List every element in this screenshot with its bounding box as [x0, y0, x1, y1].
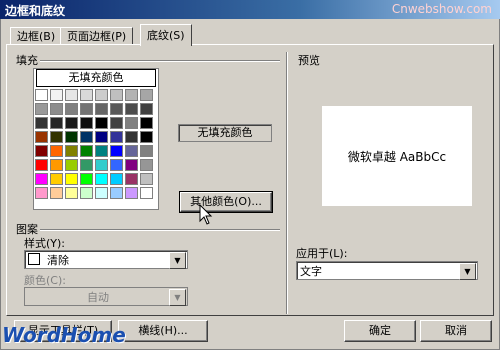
style-label: 样式(Y):	[24, 237, 66, 250]
no-fill-option[interactable]: 无填充颜色	[36, 69, 156, 87]
color-swatch[interactable]	[110, 89, 123, 101]
apply-to-label: 应用于(L):	[296, 247, 348, 260]
color-swatch[interactable]	[110, 103, 123, 115]
preview-sample-text: 微软卓越 AaBbCc	[347, 150, 447, 164]
apply-to-value: 文字	[300, 265, 322, 278]
color-swatch[interactable]	[80, 187, 93, 199]
color-swatch[interactable]	[95, 103, 108, 115]
color-swatch[interactable]	[65, 145, 78, 157]
color-swatch[interactable]	[80, 131, 93, 143]
fill-divider	[40, 60, 280, 62]
color-swatch[interactable]	[140, 117, 153, 129]
color-swatch[interactable]	[140, 145, 153, 157]
window-title: 边框和底纹	[5, 4, 66, 18]
more-colors-button[interactable]: 其他颜色(O)...	[179, 191, 273, 213]
color-swatch[interactable]	[65, 131, 78, 143]
color-swatch[interactable]	[35, 89, 48, 101]
color-swatch[interactable]	[140, 103, 153, 115]
color-swatch[interactable]	[50, 145, 63, 157]
color-swatch[interactable]	[35, 103, 48, 115]
color-swatch[interactable]	[50, 159, 63, 171]
color-swatch[interactable]	[80, 117, 93, 129]
color-swatch[interactable]	[65, 187, 78, 199]
color-swatch[interactable]	[125, 103, 138, 115]
color-swatch[interactable]	[140, 187, 153, 199]
color-swatch[interactable]	[35, 145, 48, 157]
color-swatch[interactable]	[65, 117, 78, 129]
color-swatch[interactable]	[110, 159, 123, 171]
cancel-button[interactable]: 取消	[420, 320, 492, 342]
color-swatch[interactable]	[95, 131, 108, 143]
color-swatch[interactable]	[50, 89, 63, 101]
color-swatch[interactable]	[95, 145, 108, 157]
color-swatch[interactable]	[80, 89, 93, 101]
pattern-divider	[40, 229, 280, 231]
color-grid	[35, 89, 153, 199]
chevron-down-icon[interactable]: ▼	[169, 252, 186, 269]
tab-page-border[interactable]: 页面边框(P)	[60, 27, 134, 45]
color-swatch[interactable]	[125, 173, 138, 185]
style-select[interactable]: 清除 ▼	[24, 250, 188, 269]
tab-shading[interactable]: 底纹(S)	[140, 24, 192, 46]
color-swatch[interactable]	[140, 89, 153, 101]
color-swatch[interactable]	[110, 117, 123, 129]
color-swatch[interactable]	[35, 173, 48, 185]
fill-group-label: 填充	[14, 52, 40, 68]
color-swatch[interactable]	[125, 89, 138, 101]
section-divider	[286, 52, 288, 314]
color-swatch[interactable]	[35, 117, 48, 129]
ok-button[interactable]: 确定	[344, 320, 416, 342]
preview-group-label: 预览	[296, 52, 322, 68]
style-value: 清除	[47, 254, 69, 267]
color-swatch[interactable]	[50, 131, 63, 143]
color-swatch[interactable]	[80, 145, 93, 157]
color-swatch[interactable]	[95, 187, 108, 199]
color-swatch[interactable]	[95, 117, 108, 129]
color-swatch[interactable]	[95, 173, 108, 185]
color-swatch[interactable]	[65, 103, 78, 115]
tab-borders[interactable]: 边框(B)	[10, 27, 63, 45]
selected-color-box: 无填充颜色	[178, 124, 272, 142]
color-swatch[interactable]	[35, 131, 48, 143]
color-swatch[interactable]	[125, 131, 138, 143]
color-swatch[interactable]	[140, 173, 153, 185]
color-value: 自动	[87, 291, 109, 304]
color-swatch[interactable]	[35, 159, 48, 171]
color-swatch[interactable]	[125, 145, 138, 157]
color-swatch[interactable]	[65, 173, 78, 185]
color-swatch[interactable]	[35, 187, 48, 199]
color-swatch[interactable]	[80, 173, 93, 185]
mouse-cursor-icon	[199, 204, 213, 225]
color-swatch[interactable]	[110, 187, 123, 199]
color-swatch[interactable]	[65, 159, 78, 171]
color-swatch[interactable]	[50, 187, 63, 199]
color-swatch[interactable]	[110, 173, 123, 185]
watermark-text: Cnwebshow.com	[391, 2, 492, 16]
color-swatch[interactable]	[50, 117, 63, 129]
horizontal-line-button[interactable]: 横线(H)...	[118, 320, 208, 342]
color-swatch[interactable]	[125, 187, 138, 199]
apply-to-select[interactable]: 文字 ▼	[296, 261, 478, 280]
style-swatch	[28, 253, 40, 265]
color-swatch[interactable]	[50, 173, 63, 185]
color-swatch[interactable]	[80, 103, 93, 115]
wordhome-logo: WordHome	[2, 323, 126, 347]
color-swatch[interactable]	[140, 159, 153, 171]
color-swatch[interactable]	[140, 131, 153, 143]
color-swatch[interactable]	[125, 117, 138, 129]
color-swatch[interactable]	[95, 159, 108, 171]
color-swatch[interactable]	[110, 145, 123, 157]
color-swatch[interactable]	[50, 103, 63, 115]
color-swatch[interactable]	[65, 89, 78, 101]
preview-box: 微软卓越 AaBbCc	[322, 106, 472, 206]
chevron-down-icon[interactable]: ▼	[459, 263, 476, 280]
color-swatch[interactable]	[95, 89, 108, 101]
color-swatch[interactable]	[125, 159, 138, 171]
color-swatch[interactable]	[110, 131, 123, 143]
color-label: 颜色(C):	[24, 274, 66, 287]
color-swatch[interactable]	[80, 159, 93, 171]
color-select: 自动 ▼	[24, 287, 188, 306]
chevron-down-icon: ▼	[169, 289, 186, 306]
